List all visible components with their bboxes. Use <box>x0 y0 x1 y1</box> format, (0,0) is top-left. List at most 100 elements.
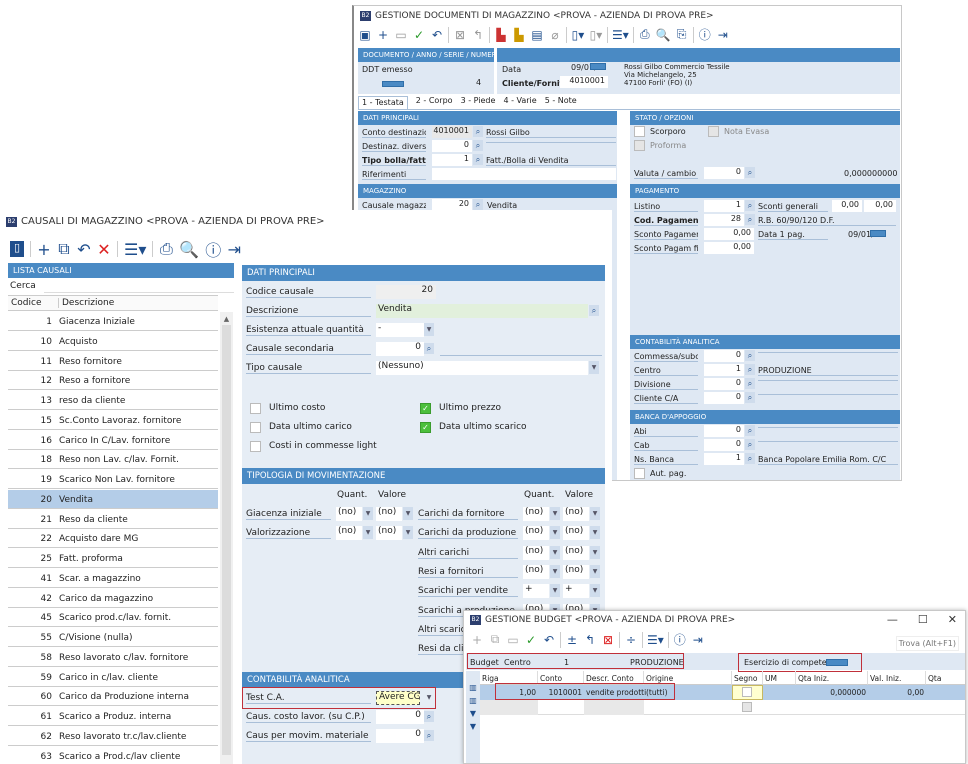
checkbox[interactable] <box>250 403 261 414</box>
column-header[interactable]: Qta <box>926 671 965 685</box>
list-scrollbar[interactable]: ▲ <box>220 312 233 764</box>
open-icon[interactable]: ▭ <box>394 28 408 42</box>
exit-icon[interactable]: ⇥ <box>691 633 705 647</box>
tab-piede[interactable]: 3 - Piede <box>461 96 496 109</box>
list-item[interactable]: 22 Acquisto dare MG <box>8 529 218 549</box>
chevron-down-icon[interactable]: ▼ <box>550 584 560 598</box>
list-item[interactable]: 63 Scarico a Prod.c/lav cliente <box>8 747 218 764</box>
print-icon[interactable]: ⎙ <box>159 239 173 259</box>
minimize-icon[interactable]: — <box>887 613 898 626</box>
search-icon[interactable]: ⌕ <box>473 126 483 137</box>
tipo-causale-select[interactable]: (Nessuno) <box>376 361 588 375</box>
field-input[interactable]: 0 <box>432 140 472 152</box>
search-icon[interactable]: ⌕ <box>473 140 483 151</box>
sconto1-field[interactable]: 0,00 <box>832 200 862 212</box>
search-icon[interactable]: ⌕ <box>745 214 755 225</box>
tab-corpo[interactable]: 2 - Corpo <box>416 96 453 109</box>
aut-pag-checkbox[interactable] <box>634 468 645 479</box>
search-icon[interactable]: ⌕ <box>473 199 483 210</box>
nota-evasa-checkbox[interactable] <box>708 126 719 137</box>
col-codice[interactable]: Codice <box>11 298 42 308</box>
cod-field[interactable]: 28 <box>704 214 744 226</box>
column-header[interactable]: Val. Iniz. <box>868 671 926 685</box>
list-item[interactable]: 59 Carico in c/lav. cliente <box>8 668 218 687</box>
search-icon[interactable]: ⌕ <box>745 392 755 403</box>
filter-clear-icon[interactable]: ▼ <box>466 720 480 733</box>
revert-icon[interactable]: ↰ <box>471 28 485 42</box>
search-icon[interactable]: ⌕ <box>589 305 599 316</box>
list-item[interactable]: 42 Carico da magazzino <box>8 589 218 608</box>
quant-select[interactable]: (no) <box>523 564 549 579</box>
exit-icon[interactable]: ⇥ <box>227 240 241 259</box>
quant-select[interactable]: (no) <box>336 526 362 541</box>
chevron-down-icon[interactable]: ▼ <box>550 545 560 559</box>
chevron-down-icon[interactable]: ▼ <box>424 323 434 336</box>
menu-icon[interactable]: ☰▾ <box>612 28 629 42</box>
help-icon[interactable]: ⓘ <box>673 631 687 648</box>
valore-select[interactable]: (no) <box>376 526 402 541</box>
search-icon[interactable]: ⌕ <box>745 167 755 178</box>
search-icon[interactable]: ⌕ <box>745 425 755 436</box>
chevron-down-icon[interactable]: ▼ <box>363 507 373 520</box>
copy-icon[interactable]: ⧉ <box>57 239 71 259</box>
delete-icon[interactable]: ✕ <box>97 240 111 259</box>
search-icon[interactable]: ⌕ <box>745 439 755 450</box>
list-item[interactable]: 19 Scarico Non Lav. fornitore <box>8 470 218 489</box>
cliente-field[interactable]: 4010001 <box>560 76 608 88</box>
esistenza-select[interactable]: - <box>376 323 424 337</box>
valore-select[interactable]: (no) <box>563 526 589 541</box>
new-icon[interactable]: + <box>470 633 484 647</box>
checkbox[interactable]: ✓ <box>420 422 431 433</box>
scorporo-checkbox[interactable] <box>634 126 645 137</box>
list-item[interactable]: 16 Carico In C/Lav. fornitore <box>8 431 218 450</box>
quant-select[interactable]: (no) <box>523 526 549 541</box>
search-icon[interactable]: ⌕ <box>473 154 483 165</box>
chevron-down-icon[interactable]: ▼ <box>403 507 413 520</box>
chevron-down-icon[interactable]: ▼ <box>589 361 599 374</box>
chevron-down-icon[interactable]: ▼ <box>590 526 600 540</box>
chevron-down-icon[interactable]: ▼ <box>550 507 560 520</box>
help-icon[interactable]: ⓘ <box>205 237 221 261</box>
field-input[interactable]: 1 <box>432 154 472 166</box>
list-item[interactable]: 41 Scar. a magazzino <box>8 569 218 588</box>
sconto_fin-field[interactable]: 0,00 <box>704 242 754 254</box>
search-icon[interactable]: ⌕ <box>424 711 434 722</box>
field-input[interactable]: 0 <box>704 378 744 390</box>
proforma-checkbox[interactable] <box>634 140 645 151</box>
valore-select[interactable]: (no) <box>376 507 402 521</box>
field-input[interactable]: 0 <box>704 392 744 404</box>
search-icon[interactable]: ⌕ <box>745 350 755 361</box>
undo-icon[interactable]: ↶ <box>542 633 556 647</box>
undo-icon[interactable]: ↶ <box>430 28 444 42</box>
valuta-field[interactable]: 0 <box>704 167 744 179</box>
sconto_pag-field[interactable]: 0,00 <box>704 228 754 240</box>
tab-note[interactable]: 5 - Note <box>545 96 577 109</box>
field-input[interactable]: 0 <box>704 425 744 437</box>
chevron-down-icon[interactable]: ▼ <box>590 584 600 598</box>
panel-icon[interactable]: ▯ <box>10 241 24 257</box>
pdf-icon[interactable]: ⎘ <box>675 27 689 42</box>
chevron-down-icon[interactable]: ▼ <box>590 507 600 520</box>
close-icon[interactable]: ✕ <box>948 613 957 626</box>
preview-icon[interactable]: 🔍 <box>179 240 199 259</box>
page2-icon[interactable]: ▯▾ <box>589 28 603 42</box>
quant-select[interactable]: + <box>523 584 549 599</box>
search-icon[interactable]: ⌕ <box>745 453 755 464</box>
field-input[interactable]: 1 <box>704 453 744 465</box>
undo-icon[interactable]: ↶ <box>77 240 91 259</box>
chevron-down-icon[interactable]: ▼ <box>363 526 373 540</box>
field-input[interactable]: 0 <box>704 350 744 362</box>
listino-field[interactable]: 1 <box>704 200 744 212</box>
quant-select[interactable]: (no) <box>523 545 549 560</box>
row-icon[interactable]: ▥ <box>466 681 480 694</box>
field-input[interactable]: 0 <box>704 439 744 451</box>
panel-icon[interactable]: ▣ <box>358 28 372 42</box>
attach-icon[interactable]: ⌀ <box>548 28 562 42</box>
chevron-down-icon[interactable]: ▼ <box>590 564 600 578</box>
caus-movim-field[interactable]: 0 <box>376 729 424 743</box>
sconto2-field[interactable]: 0,00 <box>864 200 896 212</box>
list-item[interactable]: 61 Scarico a Produz. interna <box>8 707 218 726</box>
riferimenti-field[interactable] <box>432 168 616 180</box>
list-item[interactable]: 60 Carico da Produzione interna <box>8 687 218 707</box>
list-item[interactable]: 62 Reso lavorato tr.c/lav.cliente <box>8 727 218 746</box>
